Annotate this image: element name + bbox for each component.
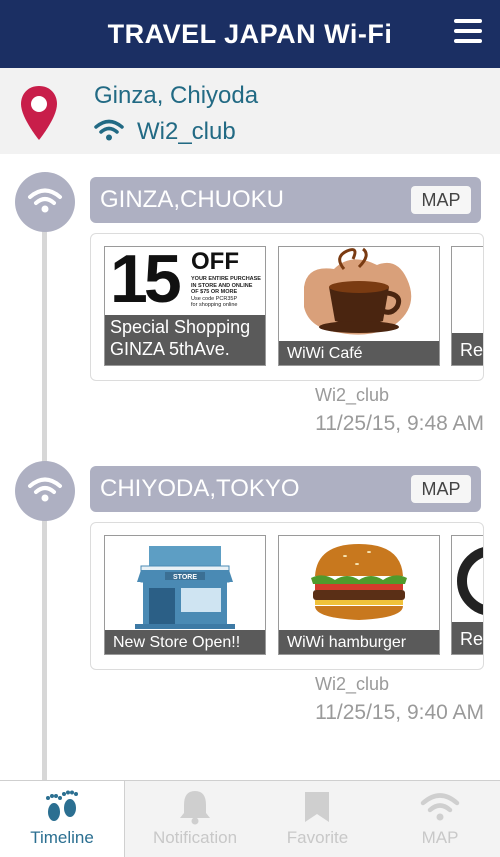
- current-ssid: Wi2_club: [137, 118, 236, 145]
- partial-image: [457, 547, 483, 615]
- coffee-cup-image: [304, 247, 412, 335]
- tab-map[interactable]: MAP: [380, 781, 500, 857]
- location-pin-icon: [21, 86, 57, 140]
- card-caption: Re: [452, 333, 483, 365]
- card-caption: New Store Open!!: [105, 630, 265, 654]
- entry-meta: Wi2_club 11/25/15, 9:48 AM: [284, 385, 484, 435]
- spot-card-carousel[interactable]: STORE New Store Open!! WiWi hamburger Re: [90, 522, 484, 670]
- card-caption: WiWi Café espresso: [279, 341, 439, 365]
- hamburger-card[interactable]: WiWi hamburger: [278, 535, 440, 655]
- tab-label: Timeline: [30, 828, 94, 847]
- entry-ssid: Wi2_club: [314, 385, 389, 405]
- spot-card-carousel[interactable]: 15 OFF YOUR ENTIRE PURCHASE IN STORE AND…: [90, 233, 484, 381]
- bottom-tab-bar: Timeline Notification Favorite MAP: [0, 780, 500, 857]
- tab-label: MAP: [421, 828, 459, 847]
- bookmark-icon: [305, 792, 329, 822]
- promo-fine-print: YOUR ENTIRE PURCHASE: [191, 276, 261, 282]
- tab-label: Notification: [152, 828, 238, 847]
- store-card[interactable]: STORE New Store Open!!: [104, 535, 266, 655]
- card-caption: WiWi hamburger: [279, 630, 439, 654]
- entry-ssid: Wi2_club: [314, 674, 389, 694]
- app-title: TRAVEL JAPAN Wi-Fi: [107, 19, 393, 49]
- entry-time: 11/25/15, 9:40 AM: [315, 701, 484, 724]
- area-header: GINZA,CHUOKU MAP: [90, 177, 481, 223]
- bell-icon: [180, 791, 210, 825]
- map-button[interactable]: MAP: [411, 475, 471, 503]
- card-caption: Re: [452, 622, 483, 654]
- area-name: CHIYODA,TOKYO: [100, 475, 300, 502]
- entry-time: 11/25/15, 9:48 AM: [315, 412, 484, 435]
- promo-number: 15: [110, 246, 182, 317]
- hamburger-image: [311, 544, 407, 620]
- timeline-node: [15, 461, 75, 521]
- map-button[interactable]: MAP: [411, 186, 471, 214]
- promo-card[interactable]: 15 OFF YOUR ENTIRE PURCHASE IN STORE AND…: [104, 246, 266, 366]
- wifi-icon: [28, 477, 62, 502]
- timeline-node: [15, 172, 75, 232]
- wifi-icon: [28, 188, 62, 213]
- area-header: CHIYODA,TOKYO MAP: [90, 466, 481, 512]
- entry-meta: Wi2_club 11/25/15, 9:40 AM: [284, 674, 484, 724]
- card-caption-line: Special Shopping: [110, 317, 251, 337]
- promo-fine-print: for shopping online: [191, 302, 238, 308]
- partial-card[interactable]: Re: [451, 535, 483, 655]
- card-caption-line: GINZA 5thAve.: [110, 339, 230, 359]
- wifi-icon: [420, 793, 460, 821]
- wifi-icon: [94, 119, 124, 141]
- partial-card[interactable]: Re: [451, 246, 483, 366]
- area-name: GINZA,CHUOKU: [100, 186, 285, 213]
- coffee-card[interactable]: WiWi Café espresso: [278, 246, 440, 366]
- promo-word: OFF: [191, 248, 239, 275]
- tab-label: Favorite: [286, 828, 349, 847]
- tab-favorite[interactable]: Favorite: [265, 781, 370, 857]
- hamburger-menu-icon[interactable]: [454, 19, 482, 43]
- store-image: STORE: [135, 546, 235, 629]
- card-caption: Special Shopping GINZA 5thAve.: [105, 315, 265, 365]
- current-place: Ginza, Chiyoda: [94, 82, 259, 109]
- store-sign: STORE: [173, 574, 197, 581]
- tab-timeline[interactable]: Timeline: [0, 781, 125, 857]
- app-header: TRAVEL JAPAN Wi-Fi: [0, 0, 500, 68]
- footprints-icon: [46, 790, 78, 821]
- current-location-bar: Ginza, Chiyoda Wi2_club: [0, 68, 500, 154]
- tab-notification[interactable]: Notification: [125, 781, 265, 857]
